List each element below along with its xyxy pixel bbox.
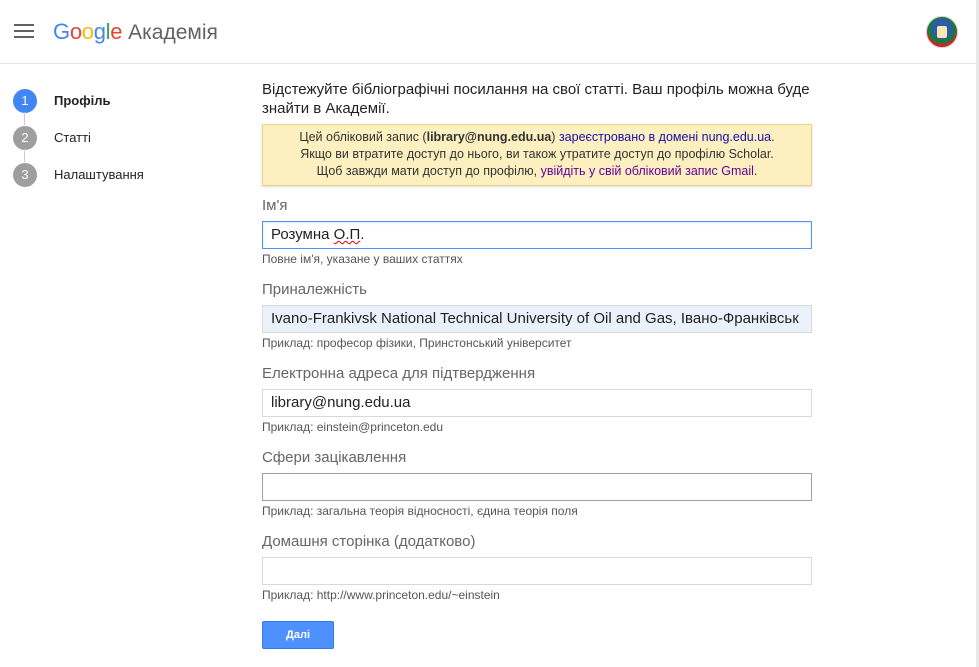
- affiliation-hint: Приклад: професор фізики, Принстонський …: [262, 336, 572, 350]
- notice-line-3: Щоб завжди мати доступ до профілю, увійд…: [316, 164, 758, 178]
- hamburger-icon[interactable]: [14, 24, 34, 40]
- google-scholar-logo[interactable]: Google Академія: [53, 18, 218, 47]
- notice-email: library@nung.edu.ua: [426, 130, 552, 144]
- affiliation-input[interactable]: Ivano-Frankivsk National Technical Unive…: [262, 305, 812, 333]
- interests-label: Сфери зацікавлення: [262, 449, 407, 466]
- app-header: Google Академія: [0, 0, 979, 64]
- step-connector: [24, 112, 25, 125]
- step-articles[interactable]: 2 Статті: [13, 112, 91, 156]
- email-input[interactable]: library@nung.edu.ua: [262, 389, 812, 417]
- interests-hint: Приклад: загальна теорія відносності, єд…: [262, 504, 578, 518]
- affiliation-label: Приналежність: [262, 281, 367, 298]
- interests-field-group: Сфери зацікавлення Приклад: загальна тео…: [262, 449, 812, 519]
- homepage-hint: Приклад: http://www.princeton.edu/~einst…: [262, 588, 500, 602]
- domain-notice: Цей обліковий запис (library@nung.edu.ua…: [262, 124, 812, 186]
- step-number: 2: [13, 125, 37, 150]
- email-hint: Приклад: einstein@princeton.edu: [262, 420, 443, 434]
- homepage-input[interactable]: [262, 557, 812, 585]
- interests-input[interactable]: [262, 473, 812, 501]
- notice-line-1: Цей обліковий запис (library@nung.edu.ua…: [299, 130, 775, 144]
- user-avatar[interactable]: [926, 16, 958, 48]
- step-settings[interactable]: 3 Налаштування: [13, 149, 144, 193]
- gmail-signin-link[interactable]: увійдіть у свій обліковий запис Gmail: [541, 164, 754, 178]
- product-name: Академія: [128, 21, 218, 44]
- next-button[interactable]: Далі: [262, 621, 334, 649]
- profile-form: Відстежуйте бібліографічні посилання на …: [262, 80, 822, 186]
- step-number: 1: [13, 88, 37, 113]
- email-label: Електронна адреса для підтвердження: [262, 365, 536, 382]
- step-profile[interactable]: 1 Профіль: [13, 82, 110, 119]
- profile-setup-stepper: 1 Профіль 2 Статті 3 Налаштування: [13, 82, 144, 193]
- intro-text: Відстежуйте бібліографічні посилання на …: [262, 81, 810, 117]
- email-field-group: Електронна адреса для підтвердження libr…: [262, 365, 812, 435]
- step-connector: [24, 149, 25, 162]
- google-logo-text: Google: [53, 19, 123, 44]
- step-number: 3: [13, 162, 37, 187]
- name-input[interactable]: Розумна О.П.: [262, 221, 812, 249]
- step-label: Налаштування: [54, 167, 144, 182]
- step-label: Профіль: [54, 93, 111, 108]
- name-hint: Повне ім'я, указане у ваших статтях: [262, 252, 463, 266]
- domain-link[interactable]: зареєстровано в домені nung.edu.ua: [559, 130, 771, 144]
- step-label: Статті: [54, 130, 91, 145]
- homepage-label: Домашня сторінка (додатково): [262, 533, 476, 550]
- name-label: Ім'я: [262, 197, 288, 214]
- name-field-group: Ім'я Розумна О.П. Повне ім'я, указане у …: [262, 197, 812, 267]
- affiliation-field-group: Приналежність Ivano-Frankivsk National T…: [262, 281, 812, 351]
- homepage-field-group: Домашня сторінка (додатково) Приклад: ht…: [262, 533, 812, 603]
- notice-line-2: Якщо ви втратите доступ до нього, ви так…: [300, 147, 774, 161]
